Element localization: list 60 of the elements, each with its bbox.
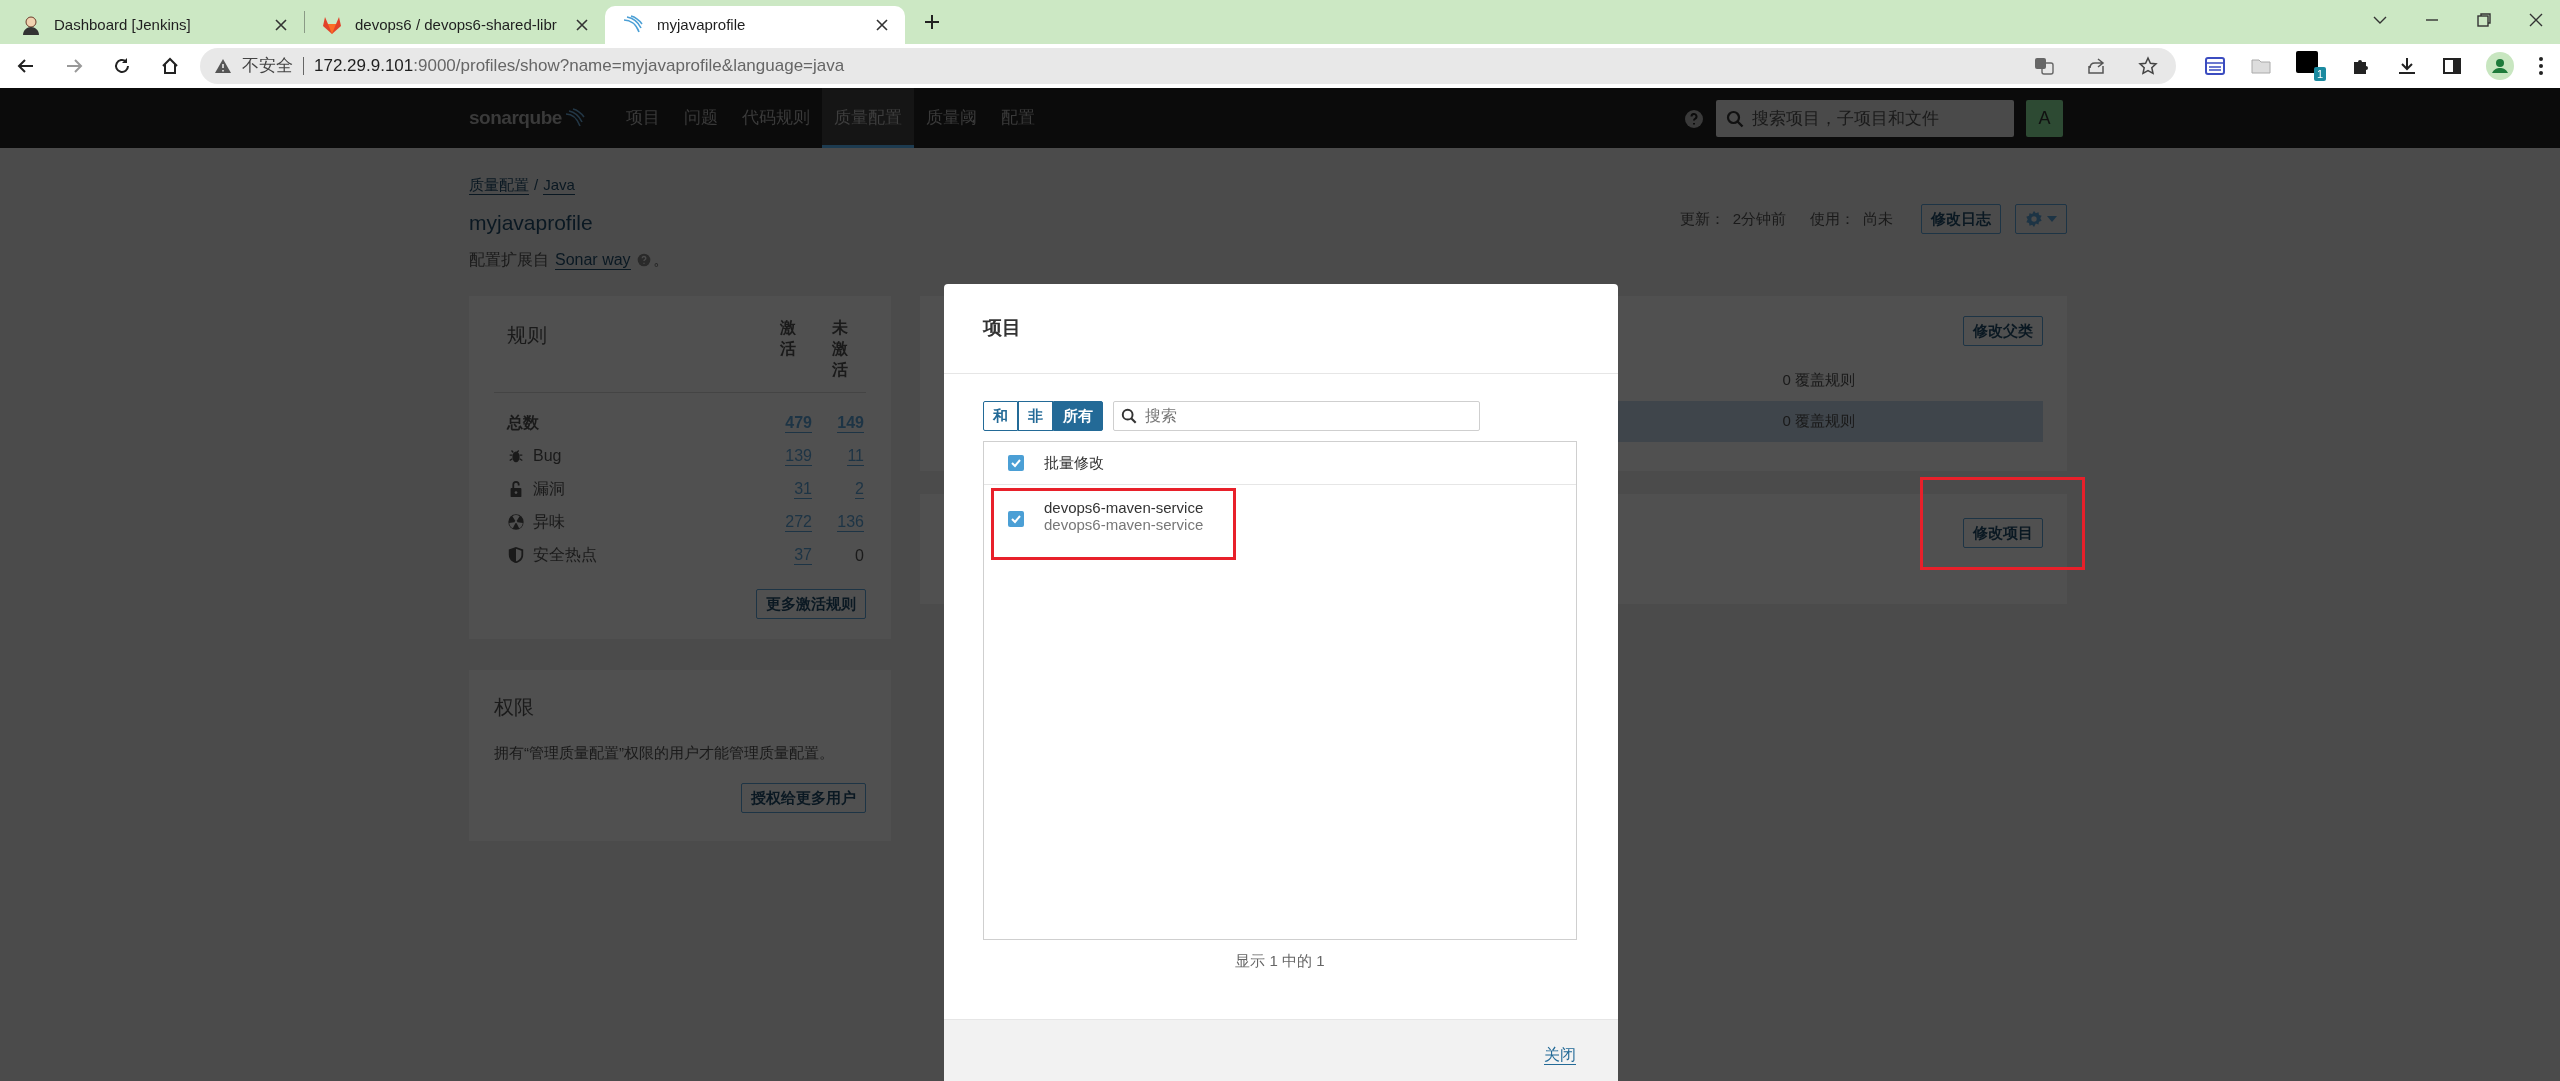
search-field[interactable]: 搜索 [1113,401,1480,431]
extension-badge: 1 [2313,67,2326,81]
browser-tab[interactable]: Dashboard [Jenkins] [4,6,304,44]
browser-tab[interactable]: devops6 / devops6-shared-libr [305,6,605,44]
close-icon[interactable] [875,18,889,32]
address-bar[interactable]: 不安全 172.29.9.101:9000/profiles/show?name=myjavaprofile&language=java [200,48,2176,84]
punctuation-text: 。 [652,250,669,270]
radiation-icon [507,513,525,532]
search-icon [1726,110,1744,128]
settings-icon [2025,210,2043,228]
avatar[interactable]: A [2026,100,2063,137]
change-parent-button[interactable]: 修改父类 [1963,316,2043,346]
caret-icon [2047,216,2057,222]
close-link[interactable]: 关闭 [1544,1045,1576,1065]
shield-icon [507,546,525,565]
breadcrumb-link[interactable]: Java [543,175,575,195]
warning-icon [214,58,232,74]
waves-icon [563,108,586,128]
share-icon[interactable] [2086,56,2106,76]
translate-icon[interactable] [2034,56,2054,76]
profile-icon[interactable] [2486,52,2514,80]
project-name: devops6-maven-service [1044,499,1204,516]
close-icon[interactable] [2528,12,2544,28]
change-projects-button[interactable]: 修改项目 [1963,518,2043,548]
activate-more-button[interactable]: 更多激活规则 [756,589,866,620]
breadcrumb-link[interactable]: 质量配置 [469,175,529,195]
parent-profile-link[interactable]: Sonar way [555,250,631,270]
tab-title: Dashboard [Jenkins] [54,14,192,35]
result-count: 显示 1 中的 1 [1235,951,1325,971]
modal-title: 项目 [983,316,1021,341]
download-icon[interactable] [2396,55,2418,77]
filter-toggle[interactable]: 非 [1018,401,1053,431]
star-icon[interactable] [2138,56,2158,76]
security-label: 不安全 [242,55,293,78]
close-icon[interactable] [575,18,589,32]
breadcrumb-separator: / [534,175,539,195]
menu-icon[interactable] [2538,56,2544,76]
checkbox[interactable] [1008,455,1024,471]
tab-title: myjavaprofile [657,14,747,35]
close-icon[interactable] [274,18,288,32]
browser-tab[interactable]: myjavaprofile [605,6,905,44]
bulk-edit-label: 批量修改 [1044,452,1104,473]
help-icon [636,253,651,267]
tab-title: devops6 / devops6-shared-libr [355,14,558,35]
search-icon [1121,408,1137,424]
checkbox[interactable] [1008,511,1024,527]
restore-icon[interactable] [2476,12,2492,28]
sidebar-icon[interactable] [2442,56,2462,76]
grant-users-button[interactable]: 授权给更多用户 [741,782,866,813]
filter-toggle[interactable]: 和 [983,401,1018,431]
project-key: devops6-maven-service [1044,516,1204,533]
filter-toggle[interactable]: 所有 [1053,401,1103,431]
window-icon[interactable] [2204,55,2226,77]
url-text: 172.29.9.101:9000/profiles/show?name=myjavaprofile&language=java [314,55,846,78]
profile-title: myjavaprofile [469,209,594,236]
person-icon [20,14,42,36]
home-icon[interactable] [160,56,180,76]
changelog-button[interactable]: 修改日志 [1921,204,2001,234]
reload-icon[interactable] [112,56,132,76]
new-tab-icon[interactable] [923,13,941,31]
